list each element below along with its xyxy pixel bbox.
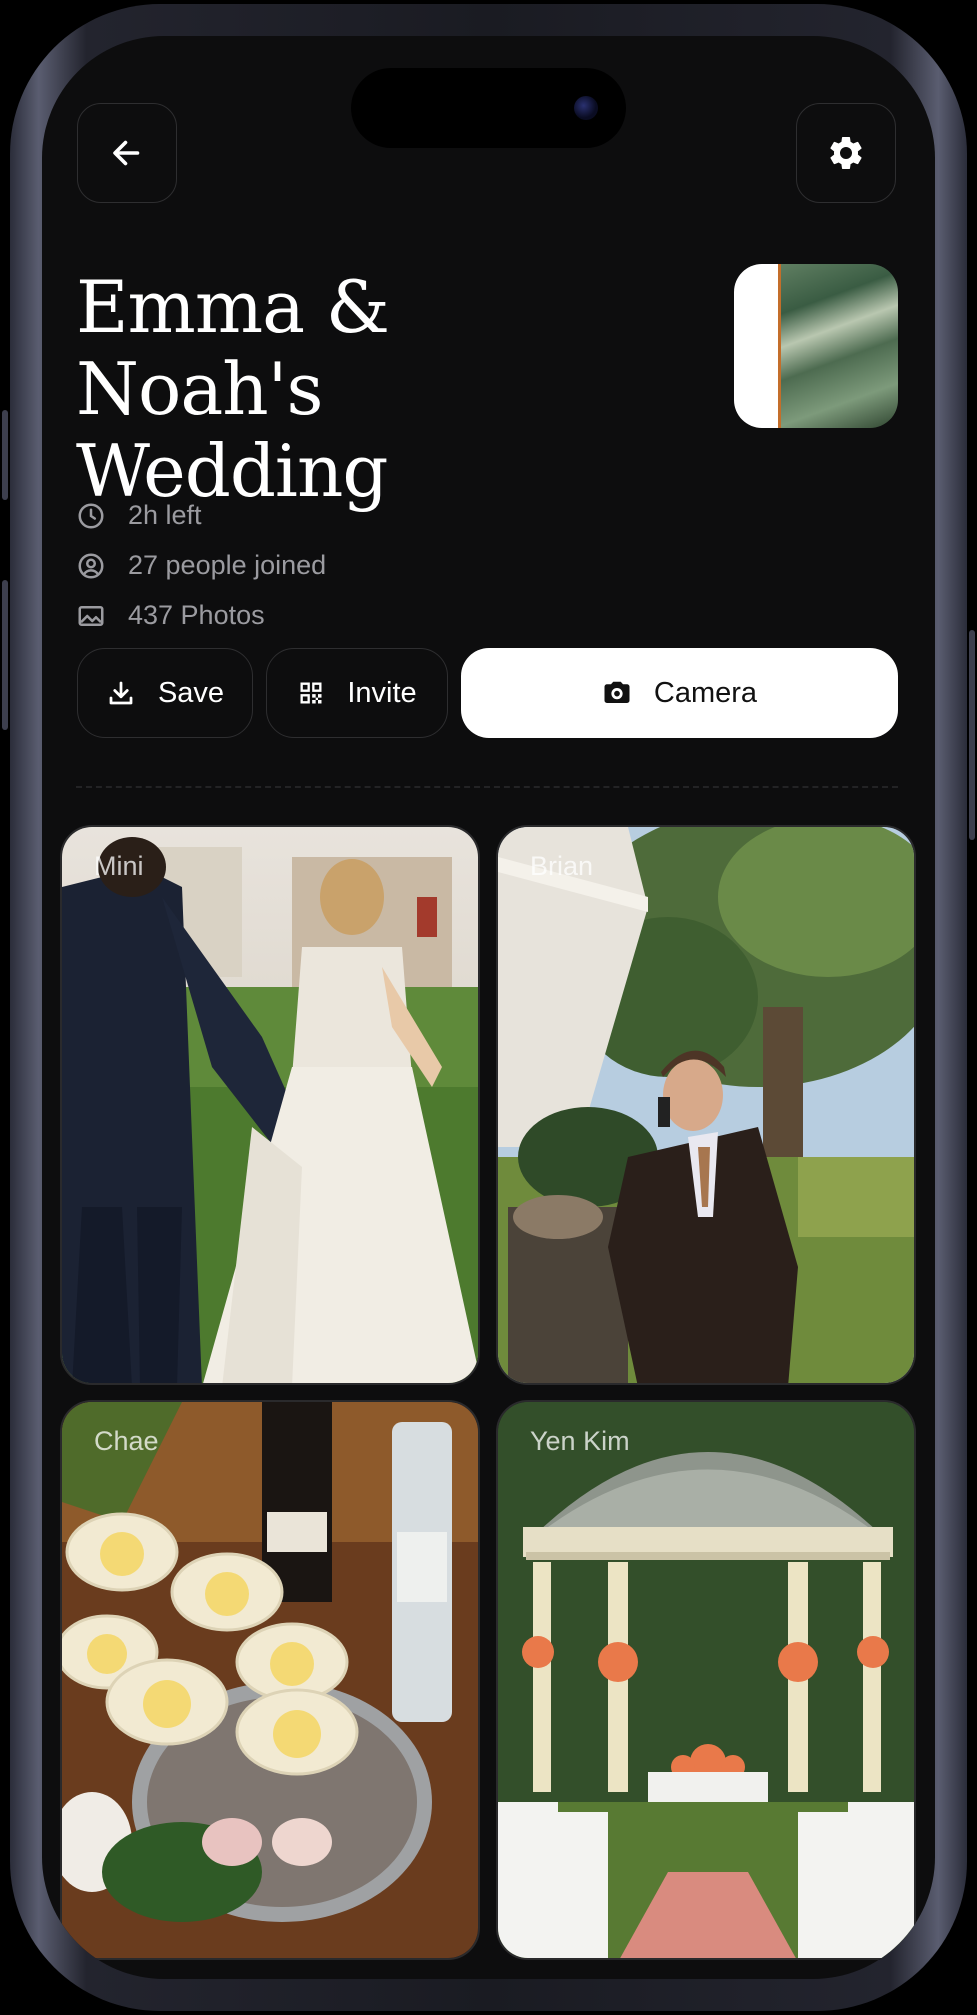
photo-card[interactable]: Mini: [60, 825, 480, 1385]
photo-author: Mini: [94, 851, 144, 881]
photos-count-text: 437 Photos: [128, 600, 265, 630]
event-title-line1: Emma & Noah's: [76, 265, 390, 431]
phone-power-button: [969, 630, 975, 840]
camera-icon: [604, 681, 630, 703]
camera-label: Camera: [653, 676, 758, 709]
back-button[interactable]: [77, 103, 177, 203]
photos-count-row: 437 Photos: [76, 600, 265, 631]
clock-icon: [78, 503, 104, 528]
arrow-left-icon: [113, 140, 140, 166]
time-left-row: 2h left: [76, 500, 202, 531]
photo-author: Brian: [530, 851, 594, 881]
time-left-text: 2h left: [128, 500, 202, 530]
photo-image: [62, 827, 478, 1383]
event-cover-image[interactable]: [734, 264, 898, 428]
photo-card[interactable]: Yen Kim: [496, 1400, 916, 1960]
photo-card[interactable]: Chae: [60, 1400, 480, 1960]
phone-volume-button: [2, 580, 8, 730]
photo-image: [62, 1402, 478, 1958]
phone-side-button: [2, 410, 8, 500]
save-button[interactable]: Save: [77, 648, 253, 738]
settings-button[interactable]: [796, 103, 896, 203]
invite-button[interactable]: Invite: [266, 648, 448, 738]
dynamic-island: [351, 68, 626, 148]
download-icon: [109, 681, 133, 705]
photo-image: [498, 1402, 914, 1958]
photo-card[interactable]: Brian: [496, 825, 916, 1385]
image-icon: [78, 605, 104, 626]
photo-author: Chae: [94, 1426, 159, 1456]
save-label: Save: [157, 676, 225, 709]
qr-code-icon: [300, 682, 322, 704]
photo-author: Yen Kim: [530, 1426, 630, 1456]
section-divider: [76, 786, 898, 788]
camera-button[interactable]: Camera: [461, 648, 898, 738]
app-screen: Emma & Noah's Wedding 2h left 27 people …: [42, 36, 935, 1979]
user-circle-icon: [78, 553, 104, 578]
invite-label: Invite: [347, 676, 417, 709]
event-title: Emma & Noah's Wedding: [76, 266, 636, 512]
photo-image: [498, 827, 914, 1383]
people-joined-row: 27 people joined: [76, 550, 326, 581]
gear-icon: [830, 136, 862, 169]
people-joined-text: 27 people joined: [128, 550, 327, 580]
